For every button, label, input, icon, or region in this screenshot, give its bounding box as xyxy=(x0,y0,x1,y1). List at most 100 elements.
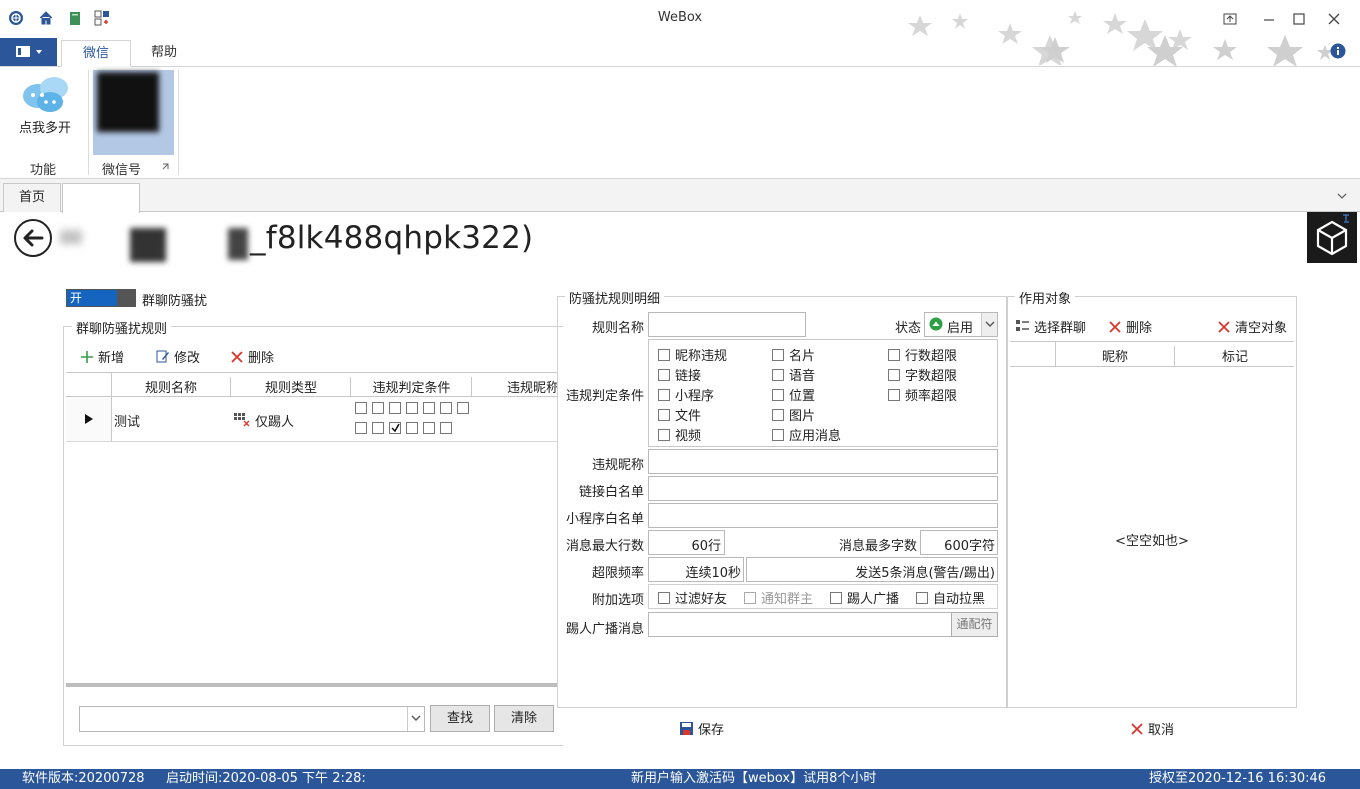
restore-layout-icon[interactable] xyxy=(1219,8,1241,30)
checkbox[interactable] xyxy=(772,408,784,421)
extra-option-item[interactable]: 过滤好友 xyxy=(658,588,727,607)
header-conditions[interactable]: 违规判定条件 xyxy=(352,377,472,397)
tab-weixin[interactable]: 微信 xyxy=(61,40,131,67)
group-separator xyxy=(178,70,179,175)
multi-open-label: 点我多开 xyxy=(19,121,72,136)
freq-desc[interactable]: 发送5条消息(警告/踢出) xyxy=(746,557,998,582)
multi-open-button[interactable]: 点我多开 xyxy=(10,70,82,140)
minimize-icon[interactable] xyxy=(1258,8,1280,30)
checkbox[interactable] xyxy=(658,388,670,401)
nickname-input[interactable] xyxy=(648,449,998,474)
ribbon-body xyxy=(0,67,1360,179)
search-input[interactable] xyxy=(80,707,400,731)
target-header-mark[interactable]: 标记 xyxy=(1176,346,1294,365)
checkbox[interactable] xyxy=(888,368,900,381)
extra-option-item[interactable]: 自动拉黑 xyxy=(916,588,985,607)
condition-checkbox-list: 昵称违规 名片 行数超限链接 语音 字数超限小程序 位置 频率超限文件 图片视频 应用消息 xyxy=(658,345,988,445)
target-legend: 作用对象 xyxy=(1015,288,1076,307)
group-expand-icon[interactable] xyxy=(162,163,170,171)
miniapp-whitelist-input[interactable] xyxy=(648,503,998,528)
checkbox[interactable] xyxy=(658,368,670,381)
condition-checkbox-item[interactable]: 行数超限 xyxy=(888,345,957,364)
condition-checkbox-item[interactable]: 应用消息 xyxy=(772,425,841,444)
kick-msg-input[interactable] xyxy=(648,612,952,637)
add-rule-button[interactable]: 新增 xyxy=(80,347,124,366)
condition-checkbox-item[interactable]: 频率超限 xyxy=(888,385,957,404)
condition-checkbox-item[interactable]: 视频 xyxy=(658,425,701,444)
checkbox[interactable] xyxy=(658,428,670,441)
file-menu-button[interactable] xyxy=(0,38,57,66)
checkbox[interactable] xyxy=(658,591,670,604)
checkbox[interactable] xyxy=(772,388,784,401)
condition-checkbox-item[interactable]: 位置 xyxy=(772,385,815,404)
status-dropdown-button[interactable] xyxy=(981,313,997,336)
enable-toggle[interactable]: 开 xyxy=(66,289,136,307)
checkbox[interactable] xyxy=(772,348,784,361)
header-rule-type[interactable]: 规则类型 xyxy=(232,377,351,397)
wechat-account-avatar[interactable] xyxy=(93,70,174,155)
wildcard-button[interactable]: 通配符 xyxy=(951,612,998,637)
tab-dropdown-icon[interactable] xyxy=(1337,191,1347,201)
cube-widget-icon[interactable] xyxy=(1307,212,1357,263)
cell-condition-checks xyxy=(355,402,475,438)
status-version: 软件版本:20200728 xyxy=(22,771,145,786)
condition-checkbox-item[interactable]: 名片 xyxy=(772,345,815,364)
link-whitelist-input[interactable] xyxy=(648,476,998,501)
info-icon[interactable] xyxy=(1330,43,1346,59)
checkbox-label: 昵称违规 xyxy=(675,349,728,364)
plus-icon xyxy=(81,350,93,363)
clear-targets-button[interactable]: 清空对象 xyxy=(1217,317,1287,336)
status-select[interactable]: 启用 xyxy=(924,312,998,337)
condition-checkbox-item[interactable]: 链接 xyxy=(658,365,701,384)
cancel-x-icon xyxy=(1131,722,1143,735)
target-header-nickname[interactable]: 昵称 xyxy=(1056,346,1175,366)
table-scrollbar[interactable] xyxy=(66,683,557,687)
extra-option-item[interactable]: 踢人广播 xyxy=(830,588,899,607)
checkbox[interactable] xyxy=(916,591,928,604)
clear-button[interactable]: 清除 xyxy=(494,705,554,732)
max-chars-label: 消息最多字数 xyxy=(839,539,918,554)
condition-checkbox-item[interactable]: 文件 xyxy=(658,405,701,424)
header-rule-name[interactable]: 规则名称 xyxy=(112,377,231,397)
checkbox-label: 踢人广播 xyxy=(847,592,900,607)
edit-rule-button[interactable]: 修改 xyxy=(155,347,200,366)
search-dropdown-button[interactable] xyxy=(407,707,424,731)
select-group-button[interactable]: 选择群聊 xyxy=(1015,317,1086,336)
row-selector[interactable] xyxy=(66,397,112,441)
condition-checkbox-item[interactable]: 昵称违规 xyxy=(658,345,727,364)
delete-x-icon xyxy=(1109,320,1121,333)
header-selector xyxy=(66,373,112,397)
delete-target-button[interactable]: 删除 xyxy=(1108,317,1152,336)
checkbox[interactable] xyxy=(772,368,784,381)
checkbox[interactable] xyxy=(658,408,670,421)
search-combo[interactable] xyxy=(79,706,425,732)
find-button[interactable]: 查找 xyxy=(430,705,490,732)
condition-checkbox-item[interactable]: 语音 xyxy=(772,365,815,384)
condition-checkbox-item[interactable]: 小程序 xyxy=(658,385,714,404)
checkbox-label: 应用消息 xyxy=(789,429,842,444)
checkbox[interactable] xyxy=(888,348,900,361)
condition-checkbox-item[interactable]: 图片 xyxy=(772,405,815,424)
doc-tab-current[interactable] xyxy=(62,183,140,213)
checkbox[interactable] xyxy=(772,428,784,441)
condition-checkbox-item[interactable]: 字数超限 xyxy=(888,365,957,384)
max-chars-input[interactable]: 600字符 xyxy=(920,530,998,555)
checkbox[interactable] xyxy=(888,388,900,401)
doc-tab-home[interactable]: 首页 xyxy=(3,183,61,212)
checkbox[interactable] xyxy=(658,348,670,361)
delete-rule-button[interactable]: 删除 xyxy=(230,347,274,366)
maximize-icon[interactable] xyxy=(1288,8,1310,30)
freq-input[interactable]: 连续10秒 xyxy=(648,557,744,582)
save-button[interactable]: 保存 xyxy=(679,719,724,738)
close-icon[interactable] xyxy=(1323,8,1345,30)
header-nickname[interactable]: 违规昵称 xyxy=(473,377,557,396)
back-button[interactable] xyxy=(14,219,54,259)
chevron-down-icon xyxy=(411,715,421,721)
checkbox[interactable] xyxy=(830,591,842,604)
max-lines-input[interactable]: 60行 xyxy=(648,530,725,555)
tab-help[interactable]: 帮助 xyxy=(138,40,190,67)
checkbox-label: 行数超限 xyxy=(905,349,958,364)
rule-name-input[interactable] xyxy=(648,312,806,337)
table-row[interactable]: 测试 仅踢人 xyxy=(66,397,557,442)
cancel-button[interactable]: 取消 xyxy=(1130,719,1174,738)
